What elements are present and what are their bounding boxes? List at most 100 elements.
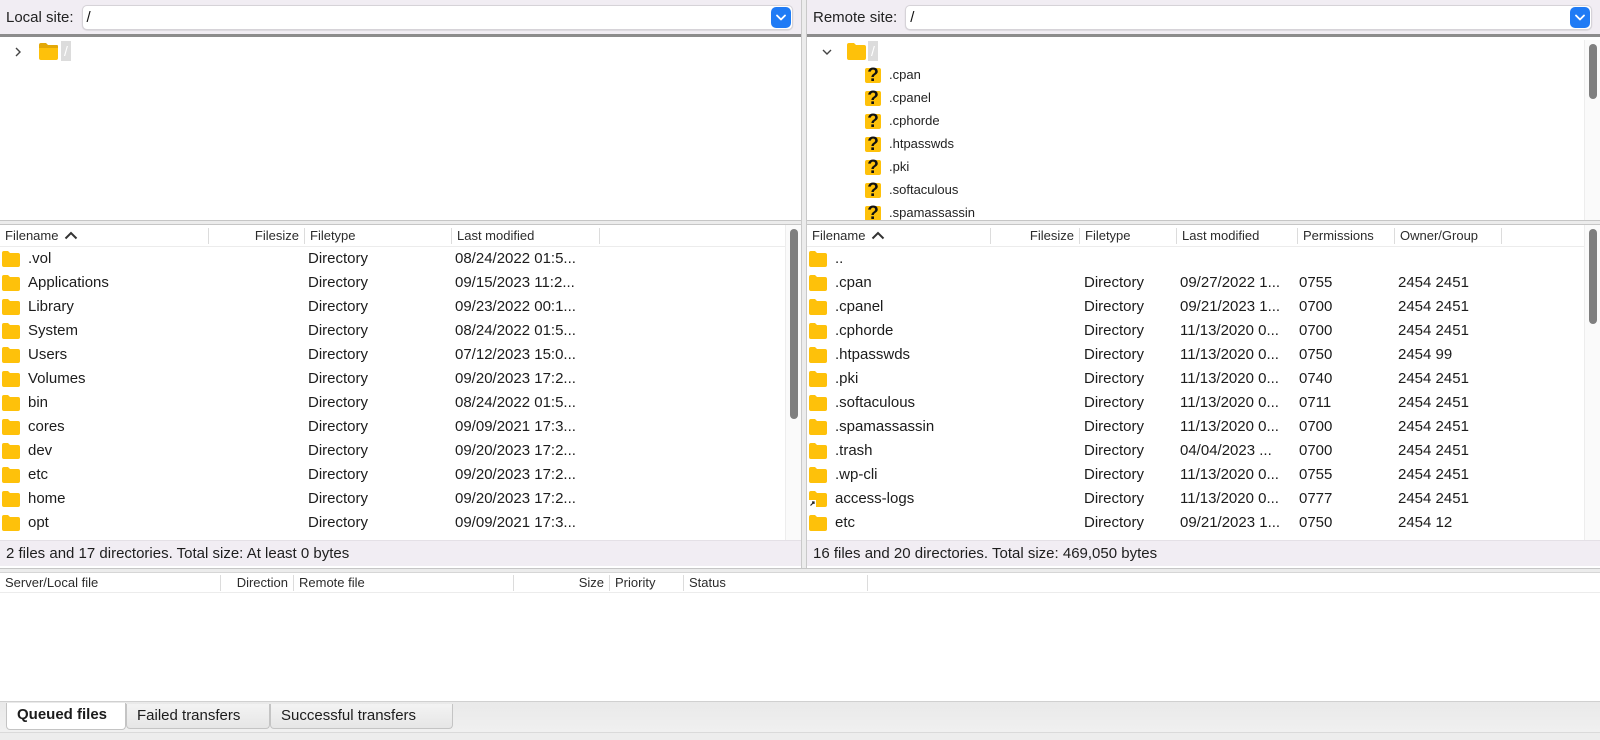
remote-tree-node-label[interactable]: .cpanel [889, 90, 931, 105]
local-file-row[interactable]: home Directory 09/20/2023 17:2... [0, 487, 785, 511]
local-file-row[interactable]: Volumes Directory 09/20/2023 17:2... [0, 367, 785, 391]
file-type: Directory [1084, 298, 1145, 315]
unknown-folder-question-icon: ? [864, 203, 882, 220]
remote-file-list-scroll-thumb[interactable] [1589, 229, 1597, 324]
local-col-last-modified[interactable]: Last modified [452, 228, 600, 244]
remote-file-row[interactable]: .trash Directory 04/04/2023 ... 0700 2454 24… [807, 439, 1584, 463]
local-file-row[interactable]: dev Directory 09/20/2023 17:2... [0, 439, 785, 463]
local-file-row[interactable]: Users Directory 07/12/2023 15:0... [0, 343, 785, 367]
remote-file-row[interactable]: .htpasswds Directory 11/13/2020 0... 0750 24… [807, 343, 1584, 367]
remote-col-permissions[interactable]: Permissions [1298, 228, 1395, 244]
chevron-down-icon[interactable] [822, 48, 832, 56]
tab-failed-transfers[interactable]: Failed transfers [126, 704, 270, 729]
file-permissions: 0700 [1299, 322, 1333, 339]
file-name: .spamassassin [835, 418, 935, 435]
chevron-right-icon[interactable] [14, 47, 22, 57]
unknown-folder-question-icon: ? [864, 88, 882, 109]
remote-file-row[interactable]: .cpanel Directory 09/21/2023 1... 0700 2454 … [807, 295, 1584, 319]
file-owner-group: 2454 2451 [1398, 274, 1469, 291]
file-size [997, 319, 1075, 343]
local-file-row[interactable]: opt Directory 09/09/2021 17:3... [0, 511, 785, 535]
sort-ascending-icon [871, 228, 885, 244]
file-size [997, 415, 1075, 439]
remote-col-filetype[interactable]: Filetype [1080, 228, 1177, 244]
remote-col-owner-group[interactable]: Owner/Group [1395, 228, 1502, 244]
tab-successful-transfers[interactable]: Successful transfers [270, 704, 453, 729]
svg-text:?: ? [867, 88, 879, 108]
queue-col-size[interactable]: Size [514, 575, 610, 591]
file-size [997, 511, 1075, 535]
queue-col-direction[interactable]: Direction [221, 575, 294, 591]
folder-icon [2, 467, 20, 483]
remote-file-row[interactable]: .softaculous Directory 11/13/2020 0... 0711… [807, 391, 1584, 415]
queue-col-priority[interactable]: Priority [610, 575, 684, 591]
file-type: Directory [308, 394, 369, 411]
folder-icon [809, 275, 827, 291]
remote-tree-node-label[interactable]: .softaculous [889, 182, 958, 197]
local-col-filesize[interactable]: Filesize [209, 228, 305, 244]
file-type: Directory [1084, 466, 1145, 483]
remote-col-filesize[interactable]: Filesize [991, 228, 1080, 244]
file-size [997, 487, 1075, 511]
local-site-path-value[interactable]: / [83, 9, 91, 26]
local-site-dropdown-button[interactable] [771, 6, 791, 28]
remote-site-path-combobox[interactable]: / [905, 4, 1592, 30]
remote-tree-node-label[interactable]: .spamassassin [889, 205, 975, 220]
local-file-list-scroll-thumb[interactable] [790, 229, 798, 419]
local-file-row[interactable]: Library Directory 09/23/2022 00:1... [0, 295, 785, 319]
remote-file-row[interactable]: access-logs Directory 11/13/2020 0... 0777 2… [807, 487, 1584, 511]
remote-file-row[interactable]: .spamassassin Directory 11/13/2020 0... 070… [807, 415, 1584, 439]
local-file-row[interactable]: .vol Directory 08/24/2022 01:5... [0, 247, 785, 271]
local-file-row[interactable]: bin Directory 08/24/2022 01:5... [0, 391, 785, 415]
remote-site-path-value[interactable]: / [906, 9, 914, 26]
file-last-modified: 09/15/2023 11:2... [455, 274, 575, 291]
folder-icon [2, 347, 20, 363]
file-name: opt [28, 514, 49, 531]
queue-col-remote-file[interactable]: Remote file [294, 575, 514, 591]
file-size [215, 511, 300, 535]
file-size [215, 391, 300, 415]
local-file-row[interactable]: cores Directory 09/09/2021 17:3... [0, 415, 785, 439]
file-last-modified: 11/13/2020 0... [1180, 322, 1279, 339]
local-site-path-combobox[interactable]: / [81, 4, 793, 30]
remote-file-list-scrollbar[interactable] [1584, 225, 1600, 540]
remote-file-row[interactable]: .pki Directory 11/13/2020 0... 0740 2454 245… [807, 367, 1584, 391]
folder-icon [809, 467, 827, 483]
remote-file-row[interactable]: etc Directory 09/21/2023 1... 0750 2454 12 [807, 511, 1584, 535]
remote-file-row[interactable]: .wp-cli Directory 11/13/2020 0... 0755 2454 … [807, 463, 1584, 487]
local-tree-root-label[interactable]: / [61, 41, 71, 61]
remote-tree-node-label[interactable]: .pki [889, 159, 909, 174]
remote-site-dropdown-button[interactable] [1570, 6, 1590, 28]
file-type: Directory [308, 418, 369, 435]
queue-col-server-local-file[interactable]: Server/Local file [0, 575, 221, 591]
file-size [997, 343, 1075, 367]
remote-tree-scrollbar[interactable] [1584, 40, 1600, 220]
remote-tree-scroll-thumb[interactable] [1589, 44, 1597, 99]
local-file-row[interactable]: etc Directory 09/20/2023 17:2... [0, 463, 785, 487]
queue-col-status[interactable]: Status [684, 575, 868, 591]
local-file-row[interactable]: System Directory 08/24/2022 01:5... [0, 319, 785, 343]
tab-queued-files[interactable]: Queued files [6, 703, 126, 730]
remote-tree-node-label[interactable]: .htpasswds [889, 136, 954, 151]
file-name: .cpanel [835, 298, 884, 315]
folder-open-icon [39, 43, 58, 60]
local-col-filename[interactable]: Filename [0, 228, 209, 244]
local-col-filetype[interactable]: Filetype [305, 228, 452, 244]
local-file-list-scrollbar[interactable] [785, 225, 801, 540]
local-file-row[interactable]: Applications Directory 09/15/2023 11:2... [0, 271, 785, 295]
remote-file-row[interactable]: .cpan Directory 09/27/2022 1... 0755 2454 24… [807, 271, 1584, 295]
remote-col-last-modified[interactable]: Last modified [1177, 228, 1298, 244]
remote-col-filename[interactable]: Filename [807, 228, 991, 244]
file-owner-group: 2454 2451 [1398, 466, 1469, 483]
unknown-folder-question-icon: ? [864, 111, 882, 132]
file-type: Directory [308, 442, 369, 459]
unknown-folder-question-icon: ? [864, 65, 882, 86]
remote-tree-node-label[interactable]: .cpan [889, 67, 921, 82]
remote-tree-node-label[interactable]: .cphorde [889, 113, 940, 128]
file-size [997, 367, 1075, 391]
file-owner-group: 2454 2451 [1398, 490, 1469, 507]
file-type: Directory [1084, 394, 1145, 411]
remote-tree-root-label[interactable]: / [868, 41, 878, 61]
remote-parent-dir-row[interactable]: .. [807, 247, 1584, 271]
remote-file-row[interactable]: .cphorde Directory 11/13/2020 0... 0700 2454… [807, 319, 1584, 343]
